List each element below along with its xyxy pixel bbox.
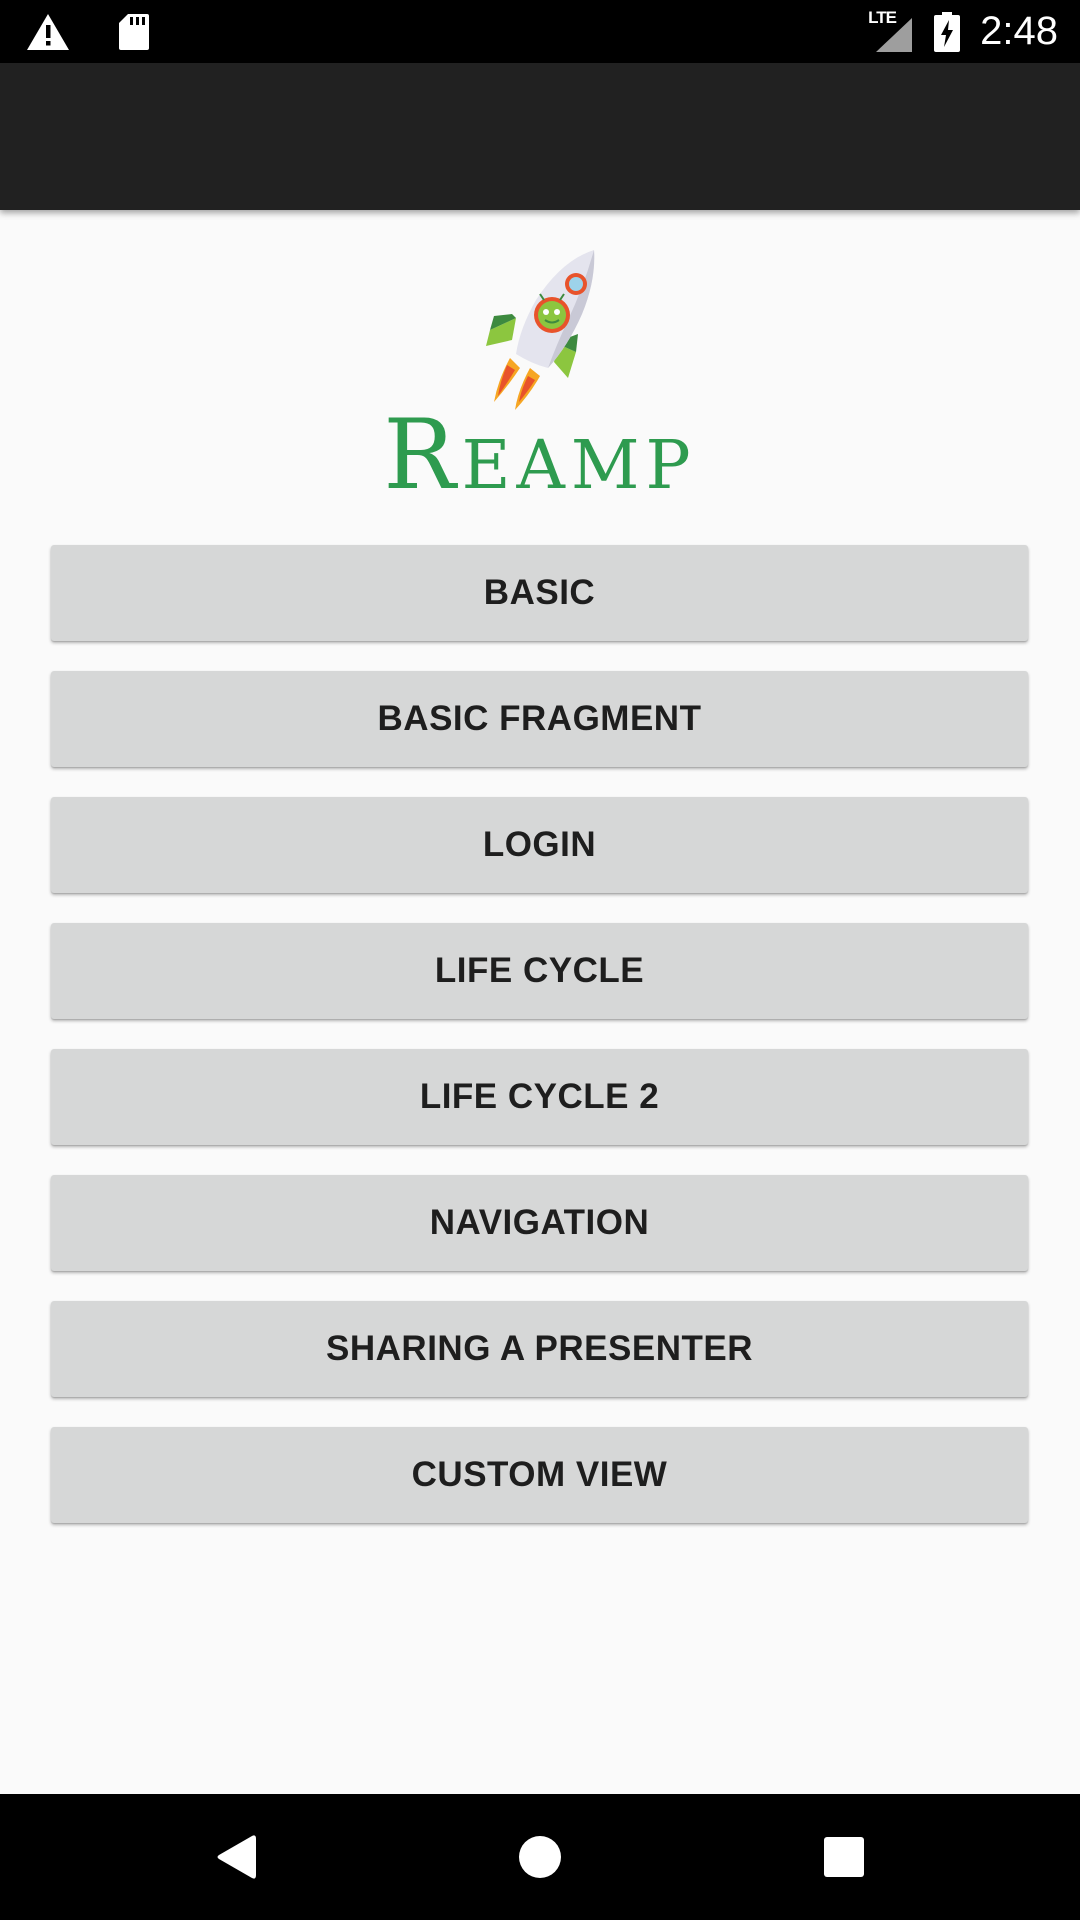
status-bar: LTE 2:48 [0, 0, 1080, 63]
home-icon [519, 1836, 561, 1878]
sharing-a-presenter-button[interactable]: SHARING A PRESENTER [51, 1301, 1028, 1397]
recents-icon [824, 1837, 864, 1877]
navigation-bar [0, 1794, 1080, 1920]
app-bar [0, 63, 1080, 210]
rocket-logo-icon [486, 250, 595, 410]
login-button[interactable]: LOGIN [51, 797, 1028, 893]
app-wordmark: Reamp [383, 399, 697, 511]
alert-icon [27, 14, 69, 50]
basic-button[interactable]: BASIC [51, 545, 1028, 641]
status-time: 2:48 [980, 9, 1058, 53]
back-button[interactable] [156, 1794, 316, 1920]
menu-button-list: BASIC BASIC FRAGMENT LOGIN LIFE CYCLE LI… [51, 545, 1028, 1553]
home-button[interactable] [460, 1794, 620, 1920]
lte-signal-icon: LTE [868, 8, 913, 52]
back-icon [217, 1835, 256, 1879]
screen: LTE 2:48 Reamp BASIC BASIC FRAGMENT LOGI… [0, 0, 1080, 1920]
custom-view-button[interactable]: CUSTOM VIEW [51, 1427, 1028, 1523]
life-cycle-2-button[interactable]: LIFE CYCLE 2 [51, 1049, 1028, 1145]
basic-fragment-button[interactable]: BASIC FRAGMENT [51, 671, 1028, 767]
status-left-icons [26, 12, 150, 52]
logo: Reamp [0, 245, 1080, 505]
status-right-icons: LTE 2:48 [868, 0, 1058, 63]
recents-button[interactable] [764, 1794, 924, 1920]
sd-card-icon [119, 14, 149, 50]
life-cycle-button[interactable]: LIFE CYCLE [51, 923, 1028, 1019]
battery-charging-icon [934, 11, 961, 52]
navigation-button[interactable]: NAVIGATION [51, 1175, 1028, 1271]
